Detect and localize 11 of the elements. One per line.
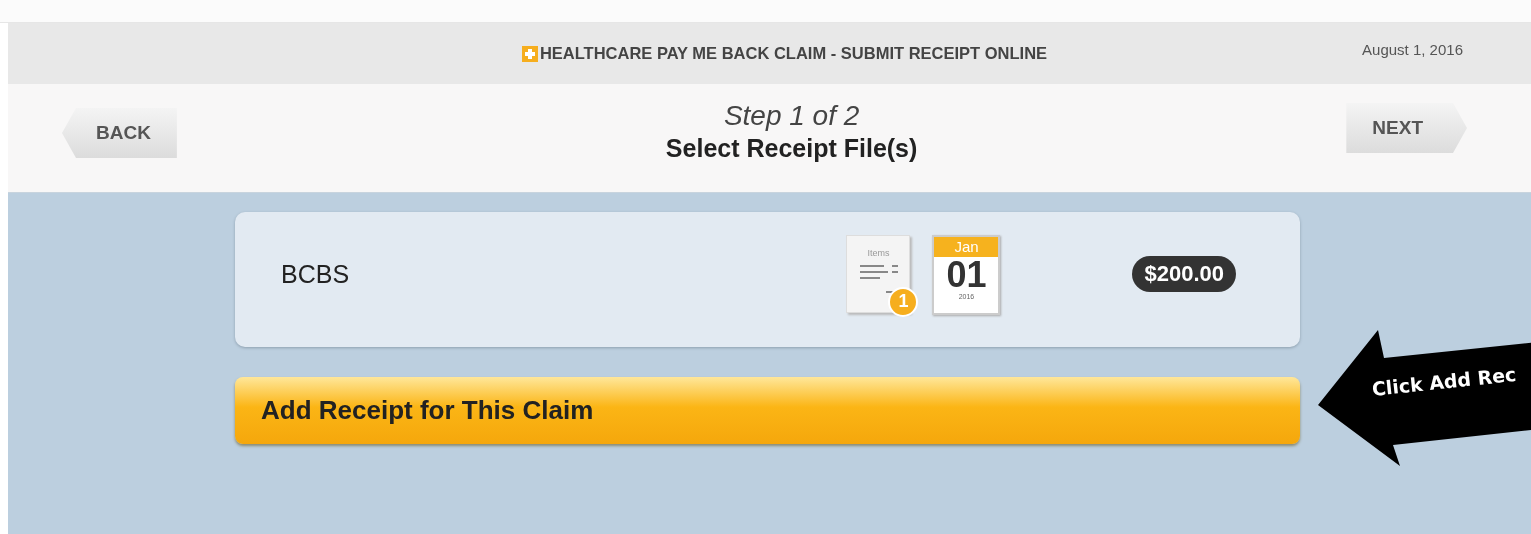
page-title: HEALTHCARE PAY ME BACK CLAIM - SUBMIT RECEIPT ONLINE	[539, 44, 1048, 63]
back-button[interactable]: BACK	[62, 108, 177, 158]
amount-badge: $200.00	[1132, 255, 1236, 292]
claim-name: BCBS	[281, 260, 351, 289]
plus-icon	[521, 45, 538, 62]
next-button[interactable]: NEXT	[1346, 103, 1467, 153]
date-label: August 1, 2016	[1362, 41, 1464, 58]
callout-text: Click Add Rec	[1370, 362, 1518, 400]
add-receipt-button[interactable]: Add Receipt for This Claim	[235, 377, 1300, 444]
step-indicator: Step 1 of 2	[723, 99, 860, 132]
step-heading: Select Receipt File(s)	[665, 133, 918, 163]
